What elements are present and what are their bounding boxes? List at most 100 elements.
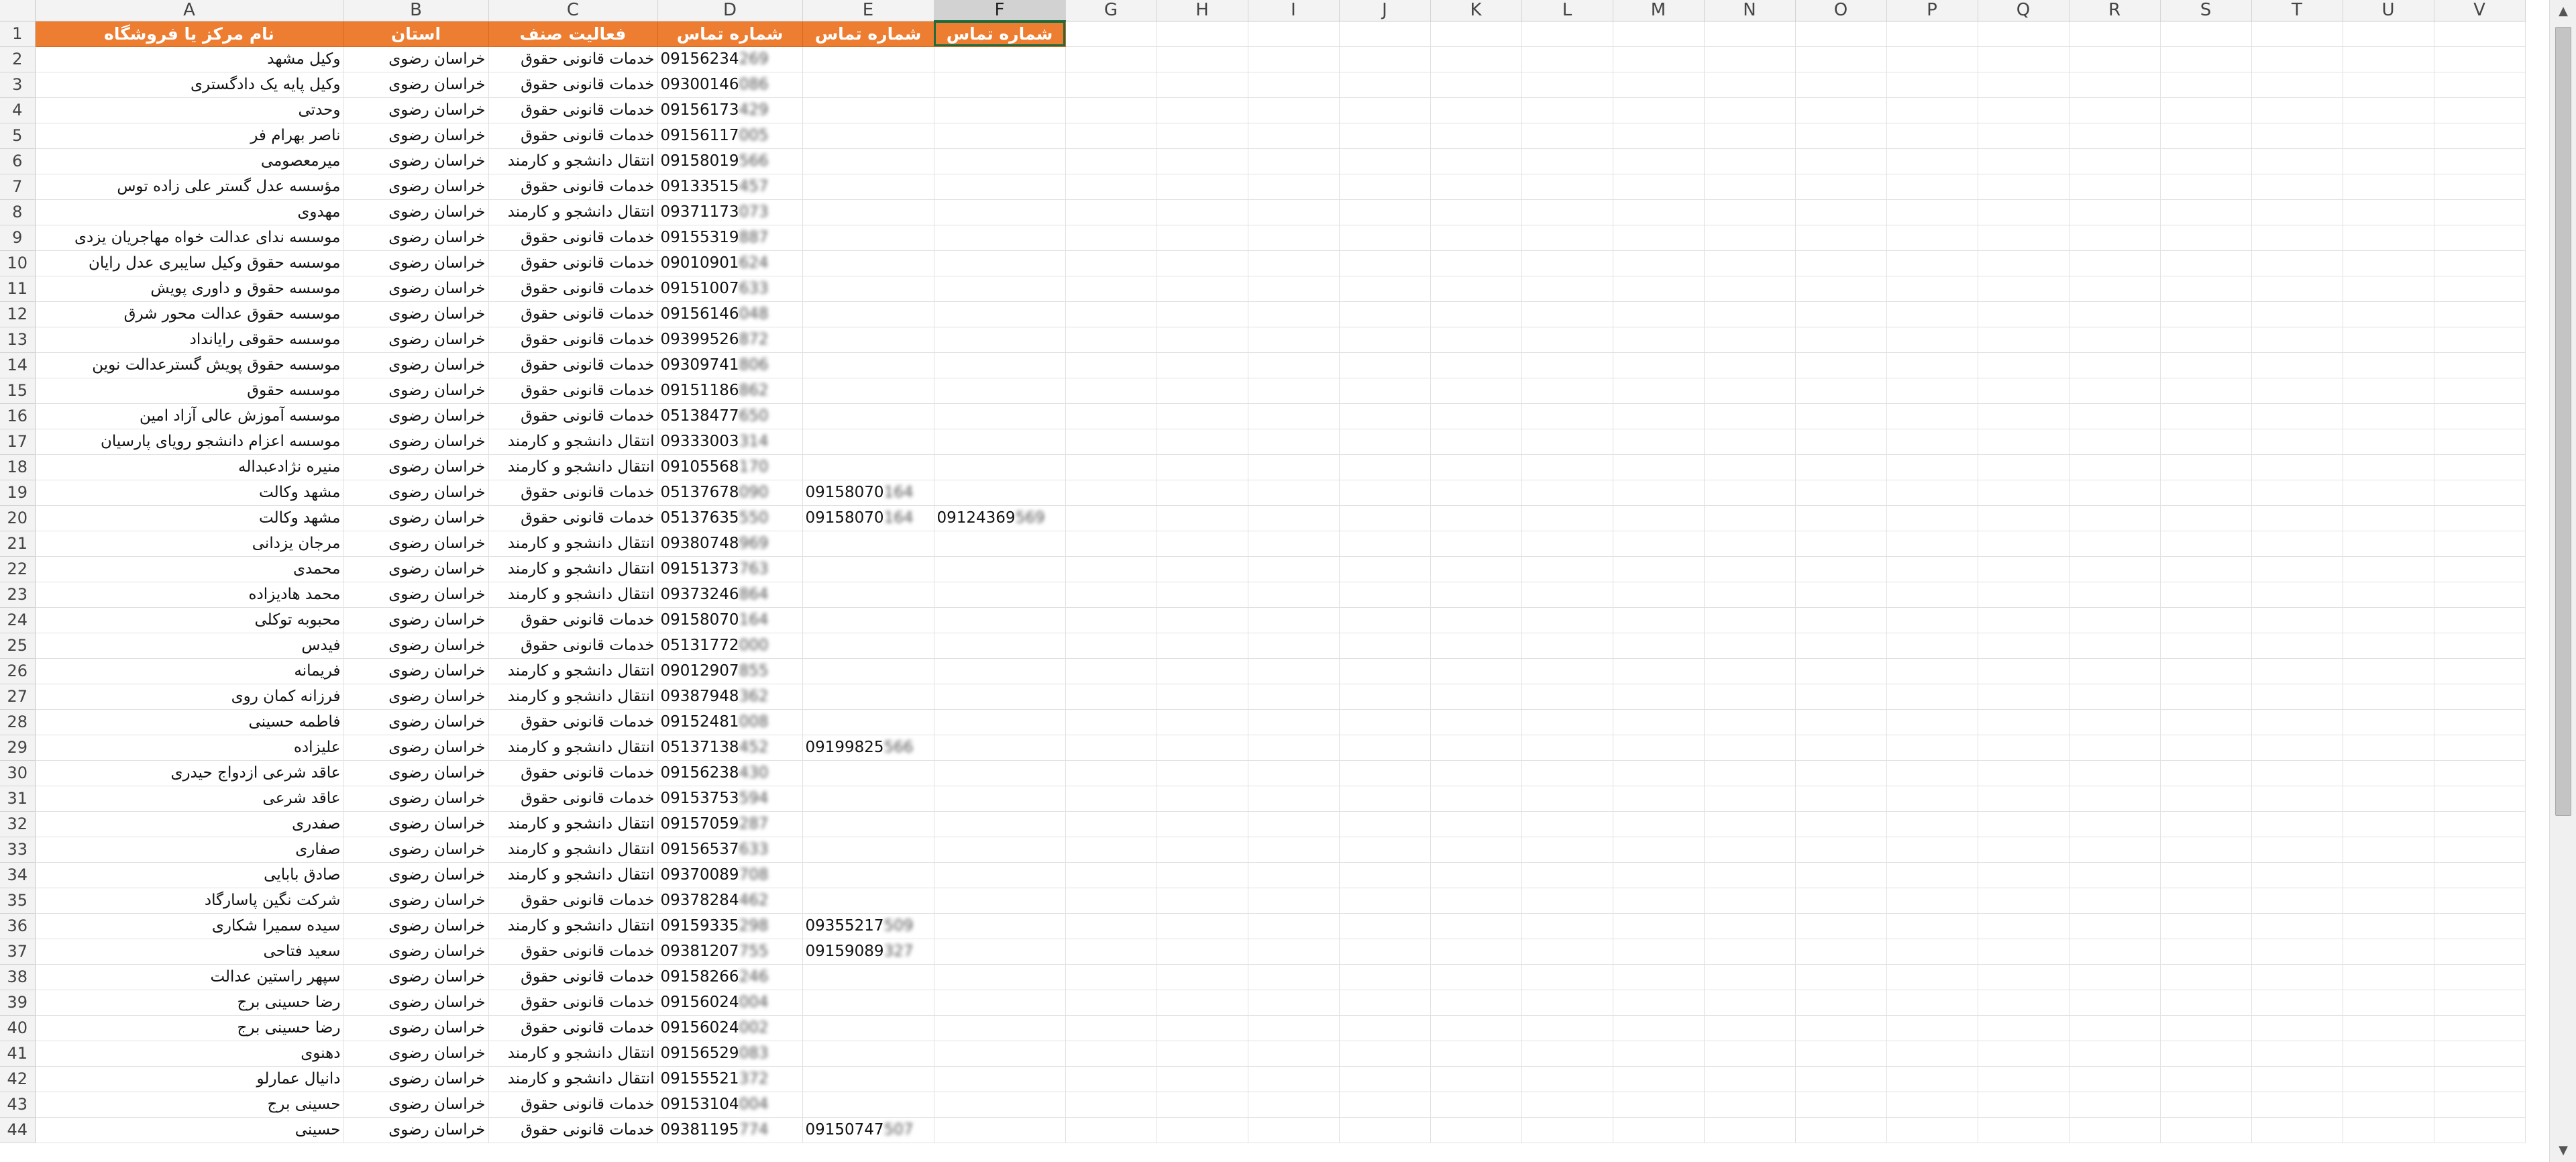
empty-cell[interactable] [1978, 990, 2070, 1016]
row-header[interactable]: 9 [0, 225, 36, 251]
empty-cell[interactable] [2069, 811, 2161, 837]
empty-cell[interactable] [1248, 1066, 1340, 1092]
empty-cell[interactable] [1065, 735, 1157, 761]
empty-cell[interactable] [2160, 939, 2252, 965]
empty-cell[interactable] [1521, 964, 1613, 990]
store-name-cell[interactable]: رضا حسینی برج [35, 990, 344, 1016]
empty-cell[interactable] [1704, 148, 1796, 174]
empty-cell[interactable] [1795, 378, 1887, 404]
empty-cell[interactable] [2434, 327, 2526, 353]
empty-cell[interactable] [1978, 1015, 2070, 1041]
phone-cell-1[interactable]: 09155319887 [657, 225, 803, 251]
empty-cell[interactable] [1065, 199, 1157, 225]
row-header[interactable]: 20 [0, 505, 36, 531]
empty-cell[interactable] [2434, 301, 2526, 327]
empty-cell[interactable] [1886, 531, 1978, 557]
phone-cell-2[interactable] [802, 684, 934, 710]
empty-cell[interactable] [2069, 607, 2161, 633]
empty-cell[interactable] [1613, 352, 1705, 378]
empty-cell[interactable] [1521, 939, 1613, 965]
phone-cell-3[interactable] [934, 403, 1066, 429]
activity-cell[interactable]: انتقال دانشجو و کارمند [488, 199, 658, 225]
empty-cell[interactable] [1704, 505, 1796, 531]
phone-cell-2[interactable]: 09158070164 [802, 505, 934, 531]
empty-cell[interactable] [2251, 225, 2343, 251]
empty-cell[interactable] [1704, 531, 1796, 557]
empty-cell[interactable] [1157, 1092, 1248, 1118]
empty-cell[interactable] [1613, 378, 1705, 404]
empty-cell[interactable] [1978, 633, 2070, 659]
empty-cell[interactable] [1339, 760, 1431, 786]
empty-cell[interactable] [2160, 888, 2252, 914]
empty-cell[interactable] [1521, 454, 1613, 480]
empty-cell[interactable] [1521, 276, 1613, 302]
empty-cell[interactable] [2069, 21, 2161, 47]
empty-cell[interactable] [1248, 21, 1340, 47]
empty-cell[interactable] [1795, 250, 1887, 276]
activity-cell[interactable]: خدمات قانونی حقوق [488, 760, 658, 786]
row-header[interactable]: 13 [0, 327, 36, 353]
phone-cell-1[interactable]: 09156146048 [657, 301, 803, 327]
empty-cell[interactable] [1339, 607, 1431, 633]
empty-cell[interactable] [2069, 837, 2161, 863]
phone-cell-1[interactable]: 05137635550 [657, 505, 803, 531]
empty-cell[interactable] [1339, 1117, 1431, 1143]
empty-cell[interactable] [1339, 837, 1431, 863]
empty-cell[interactable] [1339, 301, 1431, 327]
phone-cell-2[interactable]: 09158070164 [802, 480, 934, 506]
empty-cell[interactable] [1704, 990, 1796, 1016]
empty-cell[interactable] [2434, 1117, 2526, 1143]
phone-cell-1[interactable]: 09151373763 [657, 556, 803, 582]
empty-cell[interactable] [1157, 72, 1248, 98]
empty-cell[interactable] [2434, 378, 2526, 404]
empty-cell[interactable] [2069, 123, 2161, 149]
empty-cell[interactable] [1704, 1066, 1796, 1092]
empty-cell[interactable] [1065, 531, 1157, 557]
empty-cell[interactable] [1065, 250, 1157, 276]
empty-cell[interactable] [1157, 1015, 1248, 1041]
phone-cell-3[interactable] [934, 939, 1066, 965]
empty-cell[interactable] [2343, 1015, 2434, 1041]
empty-cell[interactable] [1886, 72, 1978, 98]
empty-cell[interactable] [1065, 1015, 1157, 1041]
empty-cell[interactable] [1157, 684, 1248, 710]
phone-cell-3[interactable] [934, 276, 1066, 302]
empty-cell[interactable] [1886, 327, 1978, 353]
empty-cell[interactable] [1978, 811, 2070, 837]
empty-cell[interactable] [1521, 786, 1613, 812]
empty-cell[interactable] [2343, 582, 2434, 608]
empty-cell[interactable] [1613, 735, 1705, 761]
empty-cell[interactable] [2343, 1092, 2434, 1118]
store-name-cell[interactable]: محمد هادیزاده [35, 582, 344, 608]
empty-cell[interactable] [2160, 378, 2252, 404]
empty-cell[interactable] [1430, 531, 1522, 557]
phone-cell-2[interactable] [802, 531, 934, 557]
row-header[interactable]: 40 [0, 1015, 36, 1041]
empty-cell[interactable] [1704, 786, 1796, 812]
empty-cell[interactable] [2251, 582, 2343, 608]
empty-cell[interactable] [1521, 582, 1613, 608]
empty-cell[interactable] [1065, 21, 1157, 47]
empty-cell[interactable] [1430, 429, 1522, 455]
empty-cell[interactable] [1430, 378, 1522, 404]
empty-cell[interactable] [2069, 174, 2161, 200]
empty-cell[interactable] [1521, 46, 1613, 72]
empty-cell[interactable] [2251, 276, 2343, 302]
phone-cell-3[interactable]: 09124369569 [934, 505, 1066, 531]
phone-cell-1[interactable]: 09133515457 [657, 174, 803, 200]
empty-cell[interactable] [2160, 735, 2252, 761]
empty-cell[interactable] [1430, 709, 1522, 735]
empty-cell[interactable] [1795, 327, 1887, 353]
empty-cell[interactable] [1065, 633, 1157, 659]
empty-cell[interactable] [1978, 378, 2070, 404]
row-header[interactable]: 41 [0, 1041, 36, 1067]
empty-cell[interactable] [1795, 199, 1887, 225]
phone-cell-3[interactable] [934, 301, 1066, 327]
row-header[interactable]: 5 [0, 123, 36, 149]
empty-cell[interactable] [1613, 1092, 1705, 1118]
province-cell[interactable]: خراسان رضوی [343, 531, 489, 557]
row-header[interactable]: 34 [0, 862, 36, 888]
empty-cell[interactable] [2160, 684, 2252, 710]
empty-cell[interactable] [1065, 174, 1157, 200]
phone-cell-1[interactable]: 05131772000 [657, 633, 803, 659]
